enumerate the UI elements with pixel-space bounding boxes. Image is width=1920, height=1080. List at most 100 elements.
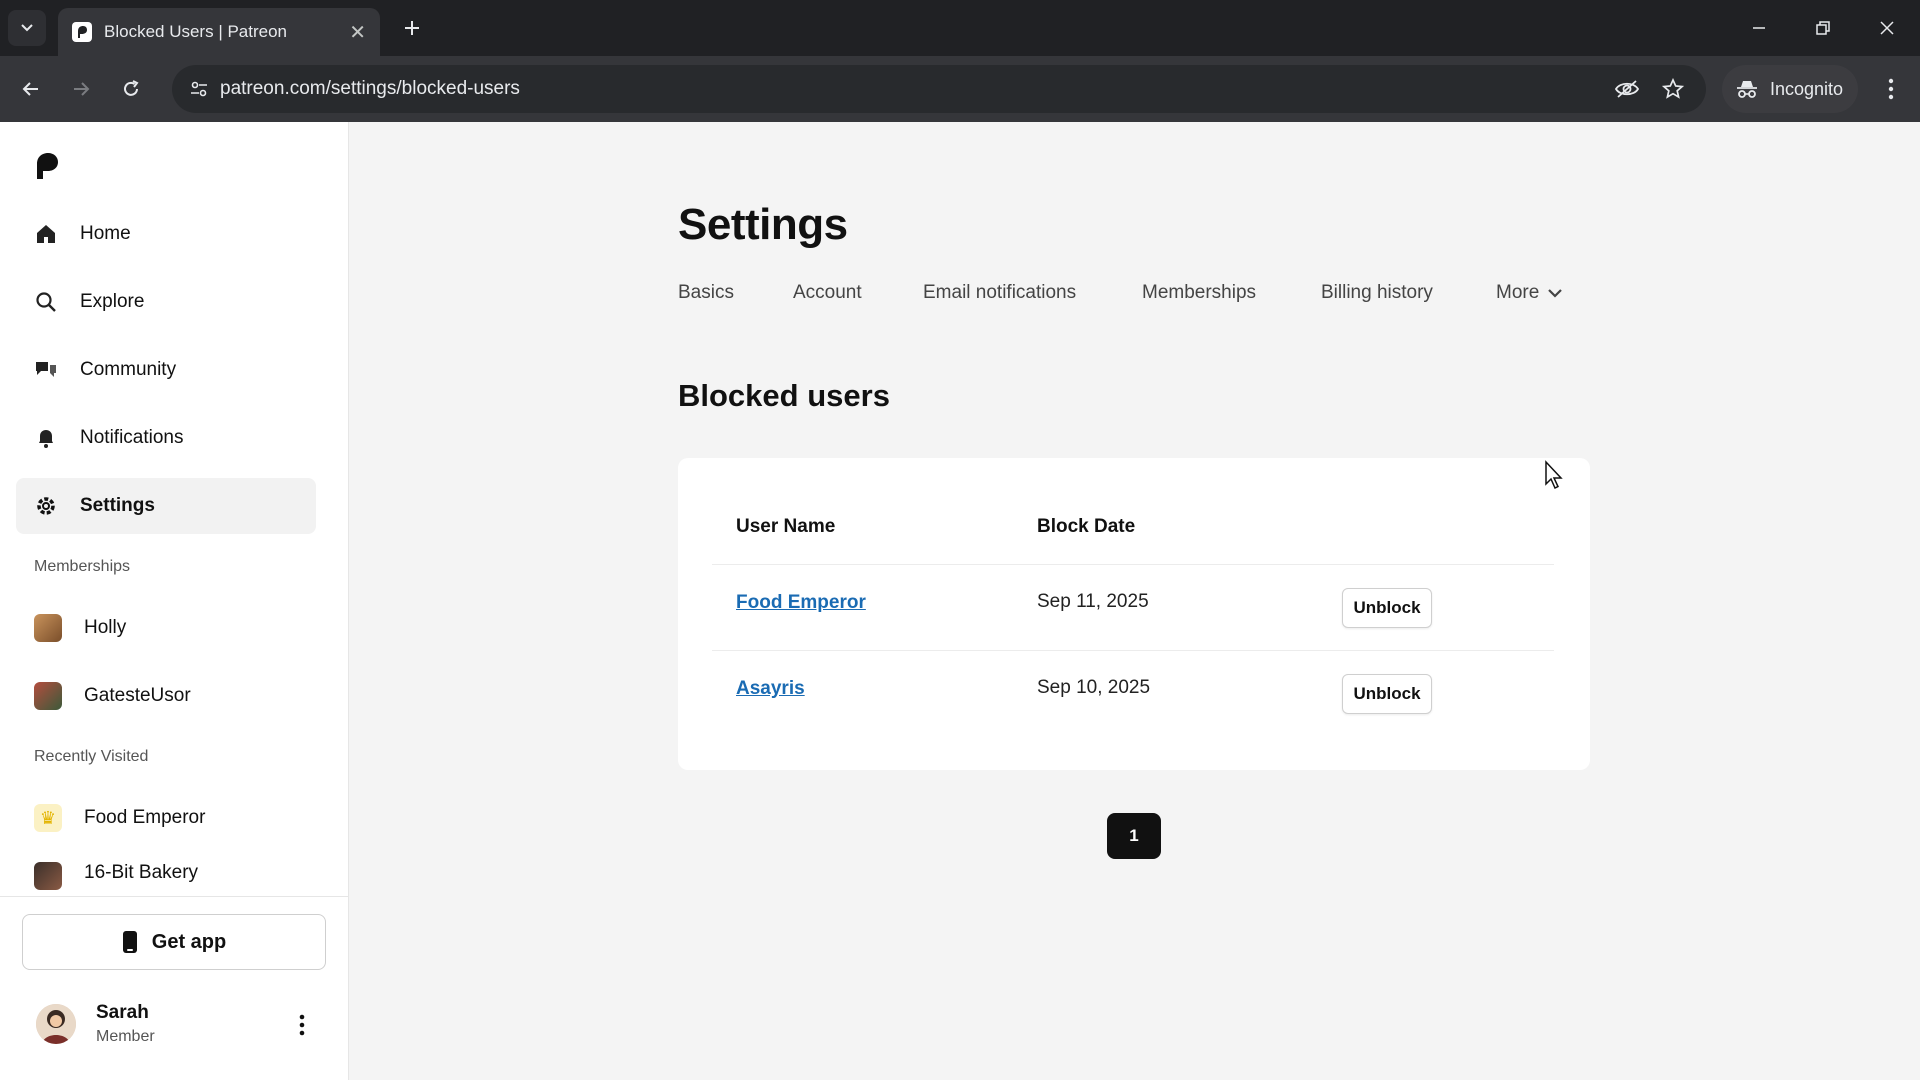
sidebar-item-notifications[interactable]: Notifications: [16, 410, 316, 466]
address-bar[interactable]: patreon.com/settings/blocked-users: [172, 65, 1706, 113]
block-date: Sep 10, 2025: [1037, 677, 1151, 698]
sidebar: Home Explore Community Notifications Set…: [0, 122, 349, 1080]
patreon-logo[interactable]: [34, 152, 62, 182]
avatar: [36, 1004, 76, 1044]
incognito-label: Incognito: [1770, 78, 1844, 99]
gear-icon: [34, 494, 58, 518]
get-app-button[interactable]: Get app: [22, 914, 326, 970]
sidebar-item-label: 16-Bit Bakery: [84, 862, 199, 883]
sidebar-item-label: Community: [80, 359, 177, 380]
sidebar-item-community[interactable]: Community: [16, 342, 316, 398]
divider: [712, 650, 1554, 651]
tab-more-label: More: [1496, 282, 1540, 303]
arrow-left-icon: [22, 82, 38, 96]
restore-icon: [1816, 21, 1830, 35]
close-window-button[interactable]: [1864, 10, 1910, 46]
incognito-icon: [1737, 81, 1757, 98]
tracking-protection-button[interactable]: [1612, 75, 1642, 103]
avatar: [34, 614, 62, 642]
reload-button[interactable]: [114, 72, 148, 106]
sidebar-item-gatesteusor[interactable]: GatesteUsor: [16, 668, 316, 724]
back-button[interactable]: [14, 72, 48, 106]
plus-icon: [405, 21, 419, 35]
section-title: Blocked users: [678, 378, 890, 413]
reload-icon: [124, 80, 139, 96]
tab-memberships[interactable]: Memberships: [1142, 282, 1256, 304]
user-profile[interactable]: Sarah Member: [36, 1000, 326, 1060]
patreon-favicon-icon: [72, 22, 92, 42]
sidebar-item-label: Settings: [80, 495, 155, 516]
blocked-users-table: User Name Block Date Food Emperor Sep 11…: [678, 458, 1590, 770]
tab-email-notifications[interactable]: Email notifications: [923, 282, 1076, 304]
incognito-indicator[interactable]: Incognito: [1722, 65, 1858, 113]
sidebar-item-label: Home: [80, 223, 131, 244]
column-header-user-name: User Name: [736, 516, 836, 537]
memberships-section-label: Memberships: [34, 558, 131, 575]
restore-button[interactable]: [1800, 10, 1846, 46]
sidebar-item-16-bit-bakery[interactable]: 16-Bit Bakery: [16, 858, 316, 894]
sidebar-item-label: GatesteUsor: [84, 685, 191, 706]
forward-button[interactable]: [64, 72, 98, 106]
avatar: [34, 862, 62, 890]
user-name: Sarah: [96, 1002, 149, 1023]
chevron-down-icon: [21, 24, 33, 32]
sidebar-item-food-emperor[interactable]: ♛ Food Emperor: [16, 790, 316, 846]
sidebar-item-label: Notifications: [80, 427, 184, 448]
sidebar-item-explore[interactable]: Explore: [16, 274, 316, 330]
more-vertical-icon: [299, 1014, 305, 1036]
sidebar-item-home[interactable]: Home: [16, 206, 316, 262]
tab-account[interactable]: Account: [793, 282, 862, 304]
pagination-page-button[interactable]: 1: [1107, 813, 1161, 859]
close-tab-icon[interactable]: ✕: [349, 20, 366, 45]
tab-title: Blocked Users | Patreon: [104, 22, 287, 41]
browser-toolbar: patreon.com/settings/blocked-users Incog…: [0, 56, 1920, 122]
minimize-icon: [1753, 27, 1765, 29]
patreon-logo-icon: [37, 153, 58, 179]
arrow-right-icon: [74, 82, 90, 96]
more-vertical-icon: [1888, 78, 1894, 100]
chevron-down-icon: [1548, 289, 1563, 298]
unblock-button[interactable]: Unblock: [1342, 674, 1432, 714]
get-app-label: Get app: [151, 930, 227, 953]
tab-more[interactable]: More: [1496, 282, 1563, 304]
eye-off-icon: [1614, 80, 1640, 98]
home-icon: [34, 222, 58, 246]
bookmark-button[interactable]: [1658, 75, 1688, 103]
tab-search-button[interactable]: [8, 10, 46, 46]
recently-visited-section-label: Recently Visited: [34, 748, 149, 765]
star-icon: [1662, 78, 1684, 99]
avatar: [34, 682, 62, 710]
close-icon: [1880, 21, 1894, 35]
user-menu-button[interactable]: [290, 1010, 314, 1040]
new-tab-button[interactable]: [396, 12, 428, 44]
phone-icon: [122, 931, 137, 953]
block-date: Sep 11, 2025: [1037, 591, 1149, 612]
column-header-block-date: Block Date: [1037, 516, 1136, 537]
browser-tab-bar: Blocked Users | Patreon ✕: [0, 0, 1920, 56]
unblock-button[interactable]: Unblock: [1342, 588, 1432, 628]
tune-icon: [191, 81, 207, 97]
page-title: Settings: [678, 200, 848, 249]
bell-icon: [34, 426, 58, 450]
sidebar-item-label: Explore: [80, 291, 145, 312]
sidebar-item-label: Holly: [84, 617, 127, 638]
crown-icon: ♛: [34, 804, 62, 832]
search-icon: [34, 290, 58, 314]
chat-bubbles-icon: [34, 358, 58, 382]
sidebar-item-settings[interactable]: Settings: [16, 478, 316, 534]
sidebar-item-holly[interactable]: Holly: [16, 600, 316, 656]
tab-basics[interactable]: Basics: [678, 282, 734, 304]
user-link[interactable]: Asayris: [736, 678, 805, 700]
sidebar-item-label: Food Emperor: [84, 807, 206, 828]
url-text: patreon.com/settings/blocked-users: [220, 78, 520, 99]
divider: [712, 564, 1554, 565]
user-link[interactable]: Food Emperor: [736, 592, 866, 614]
user-role: Member: [96, 1028, 155, 1045]
tab-billing-history[interactable]: Billing history: [1321, 282, 1433, 304]
site-info-button[interactable]: [182, 72, 216, 106]
mouse-cursor-icon: [1545, 460, 1563, 490]
browser-tab-active[interactable]: Blocked Users | Patreon ✕: [58, 8, 380, 56]
browser-menu-button[interactable]: [1874, 72, 1908, 106]
minimize-button[interactable]: [1736, 10, 1782, 46]
divider: [0, 896, 349, 897]
